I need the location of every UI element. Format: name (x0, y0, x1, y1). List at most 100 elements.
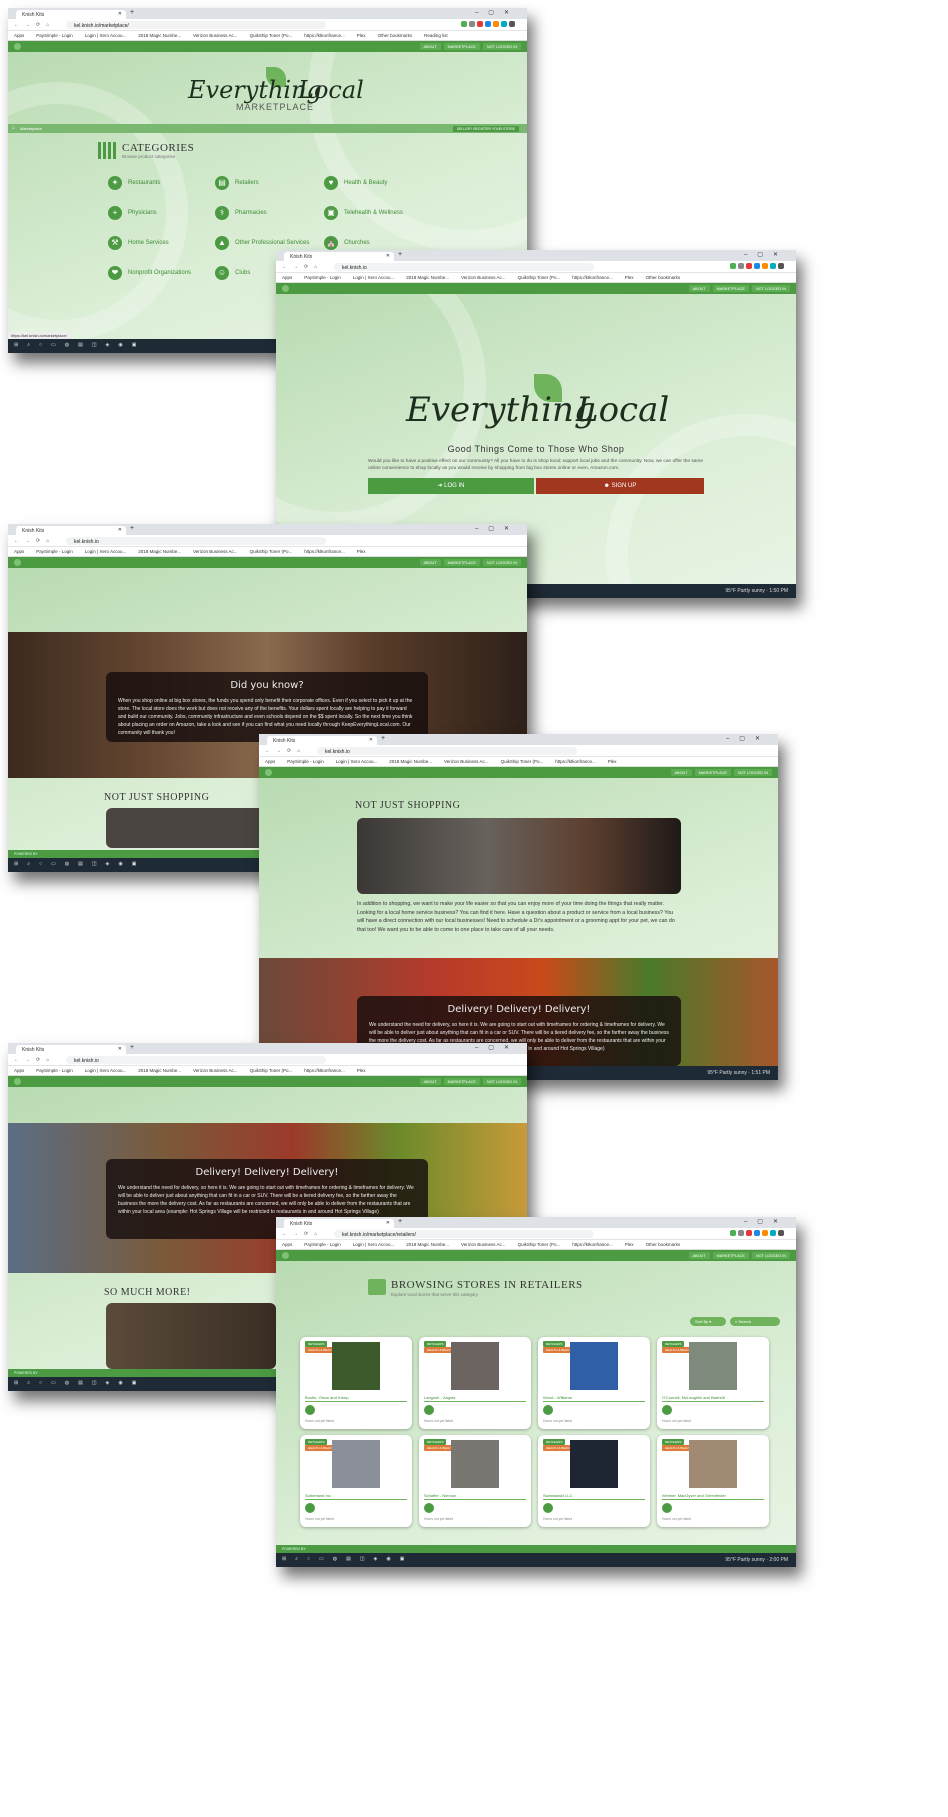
extension-icons[interactable] (730, 1230, 784, 1238)
new-tab-icon[interactable]: + (381, 735, 385, 742)
bookmarks-bar: Apps PaySimple - Login Login | Xero Accou.… (8, 31, 527, 41)
new-tab-icon[interactable]: + (398, 1218, 402, 1225)
window-controls[interactable]: –▢✕ (475, 1044, 519, 1051)
map-pin-icon (305, 1405, 315, 1415)
store-name[interactable]: O'Connell, McLaughlin and Bartrellt (662, 1395, 725, 1400)
site-logo-icon[interactable] (14, 559, 21, 566)
category-churches[interactable]: ⛪ Churches (324, 236, 370, 250)
close-tab-icon[interactable]: ✕ (118, 527, 122, 533)
category-pharmacies[interactable]: ⚕ Pharmacies (215, 206, 267, 220)
category-restaurants[interactable]: ✦ Restaurants (108, 176, 160, 190)
window-controls[interactable]: –▢✕ (744, 1218, 788, 1225)
close-tab-icon[interactable]: ✕ (386, 253, 390, 259)
window-controls[interactable]: –▢✕ (475, 525, 519, 532)
taskbar-icons[interactable]: ⊞⌕○▭◍▤◫◈◉▣ (14, 1380, 145, 1386)
close-tab-icon[interactable]: ✕ (369, 737, 373, 743)
nav-buttons-icon[interactable]: ←→⟳⌂ (282, 264, 323, 270)
url-field[interactable]: kel.knish.io (334, 263, 594, 271)
close-tab-icon[interactable]: ✕ (118, 1046, 122, 1052)
register-store-button[interactable]: SELLER? REGISTER YOUR STORE (452, 125, 519, 132)
close-tab-icon[interactable]: ✕ (386, 1220, 390, 1226)
shoes-photo (357, 818, 681, 894)
url-field[interactable]: kel.knish.io/marketplace/ (66, 21, 326, 29)
site-logo-icon[interactable] (14, 43, 21, 50)
intro-text: Would you like to have a positive effect… (368, 459, 704, 471)
signup-button[interactable]: ☻ SIGN UP (536, 478, 704, 494)
browser-tab[interactable]: Knish Kits ✕ (284, 252, 394, 261)
taskbar-icons[interactable]: ⊞⌕○▭◍▤◫◈◉▣ (14, 861, 145, 867)
site-logo-icon[interactable] (282, 285, 289, 292)
taskbar-icons[interactable]: ⊞⌕○▭◍▤◫◈◉▣ (282, 1556, 413, 1562)
window-controls[interactable]: –▢✕ (744, 251, 788, 258)
browser-tab[interactable]: Knish Kits ✕ (16, 10, 126, 19)
nav-about[interactable]: ABOUT (419, 43, 441, 50)
window-controls[interactable]: –▢✕ (726, 735, 770, 742)
new-tab-icon[interactable]: + (130, 9, 134, 16)
store-icon: ▤ (215, 176, 229, 190)
category-professional-services[interactable]: ▲ Other Professional Services (215, 236, 309, 250)
store-card[interactable]: RETAILERS HEALTH & BEAUTY Weimer, MacGyver… (657, 1435, 769, 1527)
site-logo-icon[interactable] (265, 769, 272, 776)
extension-icons[interactable] (730, 263, 784, 271)
breadcrumb: ⌂ Marketplace SELLER? REGISTER YOUR STOR… (8, 124, 527, 133)
nav-buttons-icon[interactable]: ←→⟳⌂ (14, 538, 55, 544)
nav-buttons-icon[interactable]: ←→⟳⌂ (14, 1057, 55, 1063)
store-name[interactable]: Langosh - Zagras (424, 1395, 455, 1400)
category-physicians[interactable]: + Physicians (108, 206, 157, 220)
store-card[interactable]: RETAILERS HEALTH & BEAUTY Wood - Williams H… (538, 1337, 650, 1429)
browser-tab[interactable]: Knish Kits ✕ (16, 526, 126, 535)
nav-marketplace[interactable]: MARKETPLACE (712, 285, 749, 292)
store-name[interactable]: Schaffer - Nienow (424, 1493, 456, 1498)
nav-marketplace[interactable]: MARKETPLACE (443, 43, 480, 50)
url-field[interactable]: kel.knish.io/marketplace/retailers/ (334, 1230, 594, 1238)
category-clubs[interactable]: ☺ Clubs (215, 266, 250, 280)
sort-select[interactable]: Sort By ▾ (690, 1317, 726, 1326)
nav-buttons-icon[interactable]: ←→⟳⌂ (282, 1231, 323, 1237)
browser-tab[interactable]: Knish Kits ✕ (267, 736, 377, 745)
new-tab-icon[interactable]: + (130, 525, 134, 532)
url-field[interactable]: kel.knish.io (66, 1056, 326, 1064)
breadcrumb-home-icon[interactable]: ⌂ (12, 125, 15, 131)
url-field[interactable]: kel.knish.io (66, 537, 326, 545)
nav-login[interactable]: NOT LOGGED IN (482, 43, 521, 50)
store-card[interactable]: RETAILERS HEALTH & BEAUTY Sutherland Inc Ho… (300, 1435, 412, 1527)
category-nonprofit[interactable]: ❤ Nonprofit Organizations (108, 266, 191, 280)
window-controls[interactable]: –▢✕ (475, 9, 519, 16)
taskbar-icons[interactable]: ⊞⌕○▭◍▤◫◈◉▣ (14, 342, 145, 348)
search-input[interactable]: ⌕ Search (730, 1317, 780, 1326)
category-health-beauty[interactable]: ♥ Health & Beauty (324, 176, 387, 190)
site-logo-icon[interactable] (14, 1078, 21, 1085)
store-card[interactable]: RETAILERS HEALTH & BEAUTY Boutin, Olson an… (300, 1337, 412, 1429)
nav-buttons-icon[interactable]: ←→⟳⌂ (265, 748, 306, 754)
nav-about[interactable]: ABOUT (688, 285, 710, 292)
store-card[interactable]: RETAILERS HEALTH & BEAUTY O'Connell, McLau… (657, 1337, 769, 1429)
site-logo-icon[interactable] (282, 1252, 289, 1259)
new-tab-icon[interactable]: + (398, 251, 402, 258)
login-button[interactable]: ➜ LOG IN (368, 478, 534, 494)
category-home-services[interactable]: ⚒ Home Services (108, 236, 169, 250)
browser-tab[interactable]: Knish Kits ✕ (16, 1045, 126, 1054)
new-tab-icon[interactable]: + (130, 1044, 134, 1051)
category-retailers[interactable]: ▤ Retailers (215, 176, 259, 190)
store-card[interactable]: RETAILERS HEALTH & BEAUTY Swaniawski LLC Ho… (538, 1435, 650, 1527)
map-pin-icon (424, 1503, 434, 1513)
briefcase-icon: ▲ (215, 236, 229, 250)
browser-tab[interactable]: Knish Kits ✕ (284, 1219, 394, 1228)
brand-left: Everything (406, 390, 596, 430)
store-card[interactable]: RETAILERS HEALTH & BEAUTY Schaffer - Nieno… (419, 1435, 531, 1527)
site-nav-bar: ABOUT MARKETPLACE NOT LOGGED IN (276, 283, 796, 294)
store-card[interactable]: RETAILERS HEALTH & BEAUTY Langosh - Zagras… (419, 1337, 531, 1429)
store-name[interactable]: Sutherland Inc (305, 1493, 331, 1498)
status-url: https://kel.knish.io/marketplace/ (8, 332, 70, 339)
store-name[interactable]: Swaniawski LLC (543, 1493, 572, 1498)
not-just-shopping-text: In addition to shopping, we want to make… (357, 901, 675, 933)
store-name[interactable]: Wood - Williams (543, 1395, 572, 1400)
nav-login[interactable]: NOT LOGGED IN (751, 285, 790, 292)
category-telehealth[interactable]: ▣ Telehealth & Wellness (324, 206, 403, 220)
nav-buttons-icon[interactable]: ←→⟳⌂ (14, 22, 55, 28)
store-name[interactable]: Boutin, Olson and Kreep (305, 1395, 349, 1400)
url-field[interactable]: kel.knish.io (317, 747, 577, 755)
store-name[interactable]: Weimer, MacGyver and Greenfelder (662, 1493, 726, 1498)
close-tab-icon[interactable]: ✕ (118, 11, 122, 17)
extension-icons[interactable] (461, 21, 515, 29)
